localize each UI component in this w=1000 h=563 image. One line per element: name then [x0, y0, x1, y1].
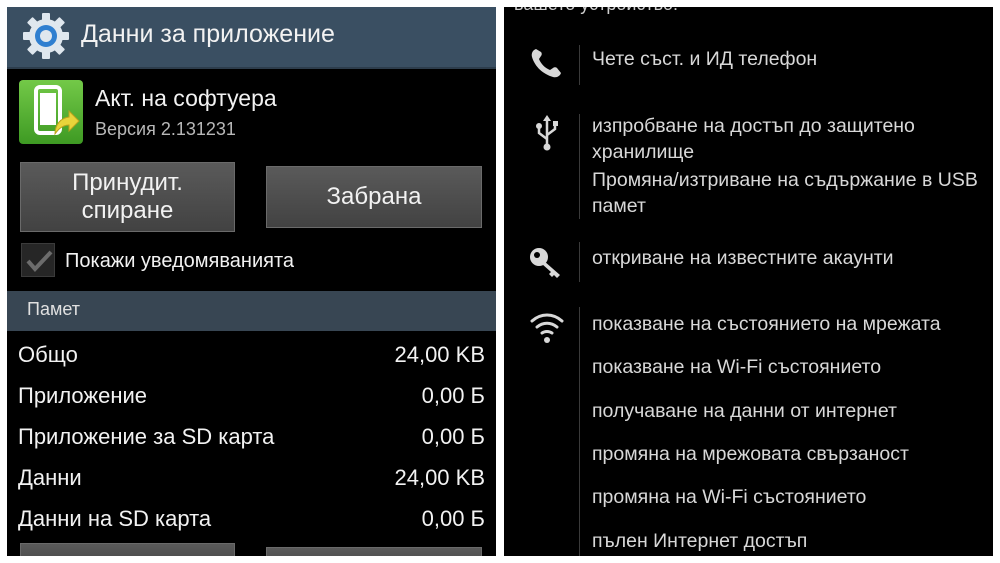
disable-button[interactable]: Забрана — [266, 166, 482, 228]
memory-row-data: Данни 24,00 KB — [7, 461, 496, 499]
memory-row-label: Данни на SD карта — [18, 506, 212, 531]
permission-item-text: Промяна/изтриване на съдържание в USB па… — [592, 169, 978, 217]
permission-item: промяна на Wi-Fi състоянието — [592, 486, 867, 508]
key-icon — [530, 248, 560, 278]
memory-row-app: Приложение 0,00 Б — [7, 379, 496, 417]
memory-row-total: Общо 24,00 KB — [7, 338, 496, 376]
memory-row-label: Приложение за SD карта — [18, 424, 275, 449]
section-title: Памет — [27, 299, 80, 319]
show-notifications-checkbox[interactable] — [21, 243, 55, 277]
wifi-icon — [530, 313, 564, 343]
permission-item: Чете съст. и ИД телефон — [592, 48, 818, 70]
phone-icon — [531, 49, 561, 78]
memory-row-data-sd: Данни на SD карта 0,00 Б — [7, 502, 496, 540]
gear-icon[interactable] — [22, 12, 70, 60]
permission-item: показване на Wi-Fi състоянието — [592, 356, 882, 378]
permission-divider — [579, 45, 580, 85]
permissions-panel: вашето устройство: Чете съст. и ИД телеф… — [504, 7, 993, 556]
permission-item: изпробване на достъп до защитено хранили… — [592, 113, 987, 165]
memory-row-app-sd: Приложение за SD карта 0,00 Б — [7, 420, 496, 458]
memory-row-value: 0,00 Б — [421, 383, 485, 408]
permission-divider — [579, 114, 580, 219]
permission-divider — [579, 242, 580, 282]
permission-item: промяна на мрежовата свързаност — [592, 443, 909, 465]
memory-row-label: Общо — [18, 342, 78, 367]
app-info-panel: Данни за приложение Акт. на софтуера Вер… — [7, 7, 496, 556]
permission-item-text: изпробване на достъп до защитено хранили… — [592, 115, 915, 163]
move-to-sd-button[interactable] — [266, 547, 482, 556]
usb-icon — [536, 115, 558, 151]
memory-row-value: 0,00 Б — [421, 424, 485, 449]
show-notifications-label: Покажи уведомяванията — [65, 250, 295, 272]
permission-item: показване на състоянието на мрежата — [592, 313, 941, 335]
action-bar: Данни за приложение — [7, 7, 496, 69]
memory-row-label: Приложение — [18, 383, 148, 408]
app-version: Версия 2.131231 — [95, 119, 236, 139]
force-stop-button[interactable]: Принудит. спиране — [20, 162, 235, 232]
permissions-intro-text: вашето устройство: — [514, 7, 678, 15]
page-title: Данни за приложение — [81, 20, 335, 48]
permission-item: получаване на данни от интернет — [592, 400, 897, 422]
software-update-icon — [19, 80, 83, 144]
permission-divider — [579, 307, 580, 556]
app-name: Акт. на софтуера — [95, 85, 277, 111]
memory-row-label: Данни — [18, 465, 82, 490]
permission-item: откриване на известните акаунти — [592, 247, 894, 269]
permission-item: пълен Интернет достъп — [592, 530, 808, 552]
memory-section-header: Памет — [7, 291, 496, 331]
clear-data-button[interactable] — [20, 543, 235, 556]
memory-row-value: 24,00 KB — [394, 342, 485, 367]
checkmark-icon — [26, 250, 53, 272]
memory-row-value: 0,00 Б — [421, 506, 485, 531]
permission-item: Промяна/изтриване на съдържание в USB па… — [592, 167, 987, 219]
memory-row-value: 24,00 KB — [394, 465, 485, 490]
